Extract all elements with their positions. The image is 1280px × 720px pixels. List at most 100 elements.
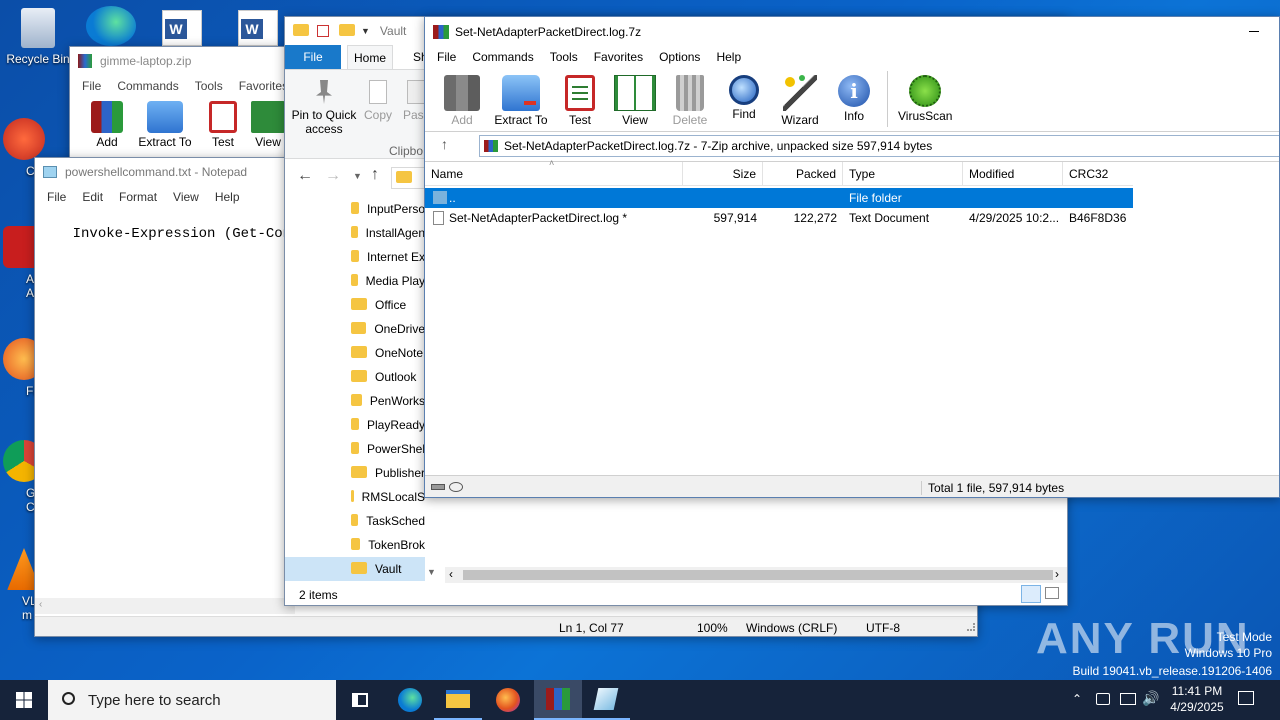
search-box[interactable]: Type here to search: [48, 680, 336, 720]
column-header-packed[interactable]: Packed: [763, 162, 843, 186]
scroll-left-icon[interactable]: ‹: [449, 567, 453, 581]
taskbar-file-explorer[interactable]: [434, 680, 482, 720]
sidebar-item-folder[interactable]: InstallAgen: [285, 221, 425, 245]
address-bar[interactable]: [391, 167, 425, 189]
taskbar-firefox[interactable]: [484, 680, 532, 720]
sidebar-item-folder[interactable]: Internet Ex: [285, 245, 425, 269]
find-button[interactable]: Find: [719, 71, 769, 121]
wizard-button[interactable]: Wizard: [769, 71, 831, 127]
recent-locations-icon[interactable]: ▼: [353, 171, 362, 181]
desktop-icon-recycle-bin[interactable]: Recycle Bin: [0, 8, 76, 66]
tab-home[interactable]: Home: [347, 45, 393, 70]
back-arrow-icon[interactable]: ←: [297, 167, 313, 185]
title-bar[interactable]: Set-NetAdapterPacketDirect.log.7z: [425, 17, 1279, 47]
menu-tools[interactable]: Tools: [542, 50, 586, 64]
virusscan-button[interactable]: VirusScan: [898, 71, 952, 123]
menu-view[interactable]: View: [165, 190, 207, 204]
taskbar-edge[interactable]: [386, 680, 434, 720]
sidebar-item-folder[interactable]: PowerShel: [285, 437, 425, 461]
notifications-icon[interactable]: [1238, 691, 1254, 705]
column-header-size[interactable]: Size: [683, 162, 763, 186]
start-button[interactable]: [0, 680, 48, 720]
test-button[interactable]: Test: [198, 97, 248, 149]
menu-edit[interactable]: Edit: [74, 190, 111, 204]
table-row-file[interactable]: Set-NetAdapterPacketDirect.log * 597,914…: [425, 208, 1133, 228]
details-view-icon[interactable]: [1021, 585, 1041, 603]
scroll-right-icon[interactable]: ›: [1055, 567, 1059, 581]
desktop-icon-word-1[interactable]: W: [162, 10, 202, 46]
menu-commands[interactable]: Commands: [464, 50, 541, 64]
sidebar-item-folder[interactable]: Vault: [285, 557, 425, 581]
horizontal-scrollbar[interactable]: ‹ ›: [445, 567, 1067, 583]
resize-grip-icon[interactable]: [967, 623, 975, 631]
sidebar-item-folder[interactable]: RMSLocalS: [285, 485, 425, 509]
scroll-down-icon[interactable]: ▼: [427, 567, 436, 577]
pin-quick-access-button[interactable]: Pin to Quick access: [291, 80, 357, 136]
new-folder-icon[interactable]: [339, 24, 355, 36]
view-button[interactable]: View: [609, 71, 661, 127]
desktop-icon-edge[interactable]: [86, 6, 136, 46]
menu-file[interactable]: File: [429, 50, 464, 64]
minimize-icon[interactable]: [1249, 31, 1259, 32]
test-button[interactable]: Test: [551, 71, 609, 127]
up-folder-icon[interactable]: ↑: [441, 136, 448, 152]
forward-arrow-icon[interactable]: →: [325, 167, 341, 185]
sidebar-item-folder[interactable]: PenWorks: [285, 389, 425, 413]
menu-tools[interactable]: Tools: [187, 79, 231, 93]
chevron-down-icon[interactable]: ▼: [361, 26, 370, 36]
menu-favorites[interactable]: Favorites: [586, 50, 651, 64]
sidebar-item-folder[interactable]: OneNote: [285, 341, 425, 365]
sidebar-item-folder[interactable]: Publisher: [285, 461, 425, 485]
menu-commands[interactable]: Commands: [109, 79, 186, 93]
column-header-crc32[interactable]: CRC32: [1063, 162, 1133, 186]
show-hidden-icons-icon[interactable]: ⌃: [1072, 692, 1082, 706]
clock[interactable]: 11:41 PM 4/29/2025: [1166, 683, 1228, 715]
scroll-thumb[interactable]: [463, 570, 1053, 580]
scroll-left-icon[interactable]: ‹: [39, 599, 42, 610]
extract-to-button[interactable]: Extract To: [491, 71, 551, 127]
large-icons-view-icon[interactable]: [1045, 587, 1059, 599]
add-button[interactable]: Add: [433, 71, 491, 127]
meet-now-icon[interactable]: [1096, 693, 1110, 705]
winrar-window[interactable]: Set-NetAdapterPacketDirect.log.7z File C…: [424, 16, 1280, 498]
sidebar-item-folder[interactable]: TokenBrok: [285, 533, 425, 557]
taskbar-notepad[interactable]: [582, 680, 630, 720]
menu-help[interactable]: Help: [207, 190, 248, 204]
column-header-type[interactable]: Type: [843, 162, 963, 186]
view-button[interactable]: View: [248, 97, 288, 149]
network-icon[interactable]: [1120, 693, 1136, 705]
tab-file[interactable]: File: [285, 45, 341, 69]
column-header-modified[interactable]: Modified: [963, 162, 1063, 186]
sidebar-item-folder[interactable]: Media Play: [285, 269, 425, 293]
up-arrow-icon[interactable]: ↑: [371, 166, 379, 184]
add-button[interactable]: Add: [82, 97, 132, 149]
search-input[interactable]: Type here to search: [88, 692, 221, 709]
volume-icon[interactable]: 🔊: [1142, 690, 1159, 707]
sidebar-item-folder[interactable]: Outlook: [285, 365, 425, 389]
winrar-window-background[interactable]: gimme-laptop.zip File Commands Tools Fav…: [69, 46, 294, 166]
menu-file[interactable]: File: [74, 79, 109, 93]
menu-format[interactable]: Format: [111, 190, 165, 204]
title-bar[interactable]: gimme-laptop.zip: [70, 47, 293, 75]
sidebar-item-folder[interactable]: InputPerso: [285, 197, 425, 221]
archive-path-field[interactable]: Set-NetAdapterPacketDirect.log.7z - 7-Zi…: [479, 135, 1279, 157]
menu-file[interactable]: File: [39, 190, 74, 204]
sidebar-item-folder[interactable]: OneDrive: [285, 317, 425, 341]
copy-button[interactable]: Copy: [363, 80, 393, 122]
sidebar-item-folder[interactable]: PlayReady: [285, 413, 425, 437]
properties-icon[interactable]: [317, 25, 329, 37]
extract-to-button[interactable]: Extract To: [132, 97, 198, 149]
info-button[interactable]: i Info: [831, 71, 877, 123]
menu-options[interactable]: Options: [651, 50, 708, 64]
add-archive-icon: [91, 101, 123, 133]
sidebar-item-folder[interactable]: Office: [285, 293, 425, 317]
delete-button[interactable]: Delete: [661, 71, 719, 127]
table-row-parent-folder[interactable]: .. File folder: [425, 188, 1133, 208]
desktop-icon-word-2[interactable]: W: [238, 10, 278, 46]
folder-label: Internet Ex: [366, 250, 425, 264]
horizontal-scrollbar[interactable]: ‹: [35, 598, 295, 614]
taskbar-winrar[interactable]: [534, 680, 582, 720]
sidebar-item-folder[interactable]: TaskSched: [285, 509, 425, 533]
task-view-button[interactable]: [336, 680, 384, 720]
menu-help[interactable]: Help: [708, 50, 749, 64]
